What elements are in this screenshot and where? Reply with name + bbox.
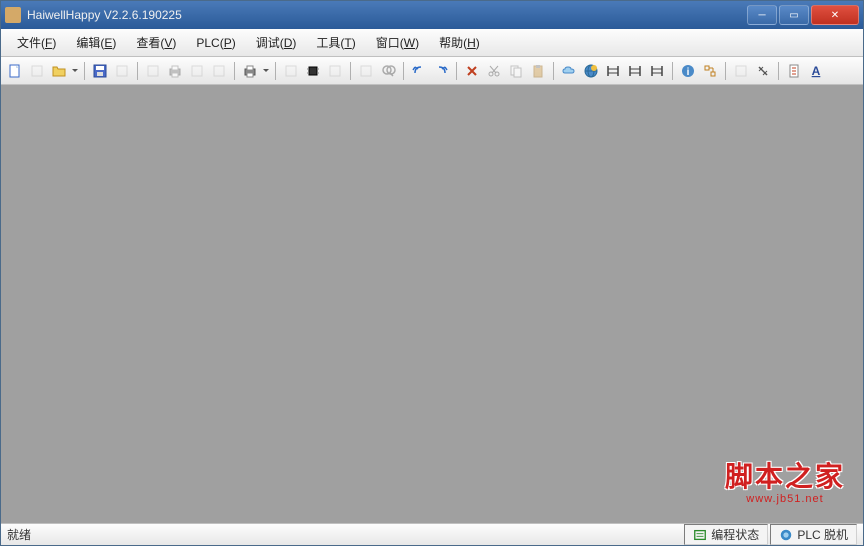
export-icon[interactable]: [112, 61, 132, 81]
doc-icon[interactable]: [143, 61, 163, 81]
toolbar-separator: [275, 62, 276, 80]
window-controls: ─ ▭ ✕: [745, 5, 859, 25]
menu-工具[interactable]: 工具(T): [306, 30, 365, 55]
status-mode-label: 编程状态: [711, 526, 759, 543]
mode-icon: [693, 528, 707, 542]
toolbar-separator: [672, 62, 673, 80]
open-folder-icon[interactable]: [27, 61, 47, 81]
menu-查看[interactable]: 查看(V): [126, 30, 186, 55]
run-icon[interactable]: [281, 61, 301, 81]
toolbar-separator: [456, 62, 457, 80]
workspace: 脚本之家 www.jb51.net: [1, 85, 863, 523]
svg-text:i: i: [687, 67, 690, 78]
toolbar-separator: [234, 62, 235, 80]
copy-icon[interactable]: [506, 61, 526, 81]
app-window: HaiwellHappy V2.2.6.190225 ─ ▭ ✕ 文件(F)编辑…: [0, 0, 864, 546]
menu-调试[interactable]: 调试(D): [246, 30, 307, 55]
text-icon[interactable]: A: [806, 61, 826, 81]
status-mode: 编程状态: [684, 524, 768, 545]
toolbar-separator: [403, 62, 404, 80]
toolbar-separator: [778, 62, 779, 80]
maximize-button[interactable]: ▭: [779, 5, 809, 25]
plc-icon: [779, 528, 793, 542]
app-icon: [5, 7, 21, 23]
statusbar: 就绪 编程状态 PLC 脱机: [1, 523, 863, 545]
comp-icon[interactable]: [753, 61, 773, 81]
status-ready: 就绪: [7, 526, 682, 543]
titlebar: HaiwellHappy V2.2.6.190225 ─ ▭ ✕: [1, 1, 863, 29]
cloud-icon[interactable]: [559, 61, 579, 81]
printer-icon[interactable]: [240, 61, 260, 81]
toolbar-separator: [553, 62, 554, 80]
build-icon[interactable]: [325, 61, 345, 81]
ladder3-icon[interactable]: [647, 61, 667, 81]
menu-帮助[interactable]: 帮助(H): [429, 30, 490, 55]
menu-PLC[interactable]: PLC(P): [186, 32, 245, 54]
menu-编辑[interactable]: 编辑(E): [66, 30, 126, 55]
tool-icon[interactable]: [462, 61, 482, 81]
status-plc: PLC 脱机: [770, 524, 857, 545]
globe-icon[interactable]: [581, 61, 601, 81]
minimize-button[interactable]: ─: [747, 5, 777, 25]
print-icon[interactable]: [165, 61, 185, 81]
info-icon[interactable]: i: [678, 61, 698, 81]
toolbar-separator: [137, 62, 138, 80]
doc2-icon[interactable]: [784, 61, 804, 81]
folder-icon[interactable]: [49, 61, 69, 81]
close-button[interactable]: ✕: [811, 5, 859, 25]
branch-icon[interactable]: [731, 61, 751, 81]
net-icon[interactable]: [700, 61, 720, 81]
printer-icon-dropdown[interactable]: [262, 61, 270, 81]
undo-icon[interactable]: [409, 61, 429, 81]
ladder2-icon[interactable]: [625, 61, 645, 81]
watermark: 脚本之家 www.jb51.net: [725, 455, 845, 505]
paste-icon[interactable]: [528, 61, 548, 81]
toolbar-separator: [350, 62, 351, 80]
preview-icon[interactable]: [187, 61, 207, 81]
toolbar: iA: [1, 57, 863, 85]
svg-text:A: A: [812, 64, 821, 78]
menubar: 文件(F)编辑(E)查看(V)PLC(P)调试(D)工具(T)窗口(W)帮助(H…: [1, 29, 863, 57]
status-plc-label: PLC 脱机: [797, 526, 848, 543]
find-icon[interactable]: [378, 61, 398, 81]
toolbar-separator: [84, 62, 85, 80]
ladder1-icon[interactable]: [603, 61, 623, 81]
menu-文件[interactable]: 文件(F): [7, 30, 66, 55]
toolbar-separator: [725, 62, 726, 80]
check-icon[interactable]: [356, 61, 376, 81]
menu-窗口[interactable]: 窗口(W): [366, 30, 429, 55]
window-title: HaiwellHappy V2.2.6.190225: [27, 8, 745, 22]
chip-icon[interactable]: [303, 61, 323, 81]
page-icon[interactable]: [209, 61, 229, 81]
new-file-icon[interactable]: [5, 61, 25, 81]
watermark-text: 脚本之家: [725, 455, 845, 495]
save-icon[interactable]: [90, 61, 110, 81]
cut-icon[interactable]: [484, 61, 504, 81]
redo-icon[interactable]: [431, 61, 451, 81]
folder-icon-dropdown[interactable]: [71, 61, 79, 81]
